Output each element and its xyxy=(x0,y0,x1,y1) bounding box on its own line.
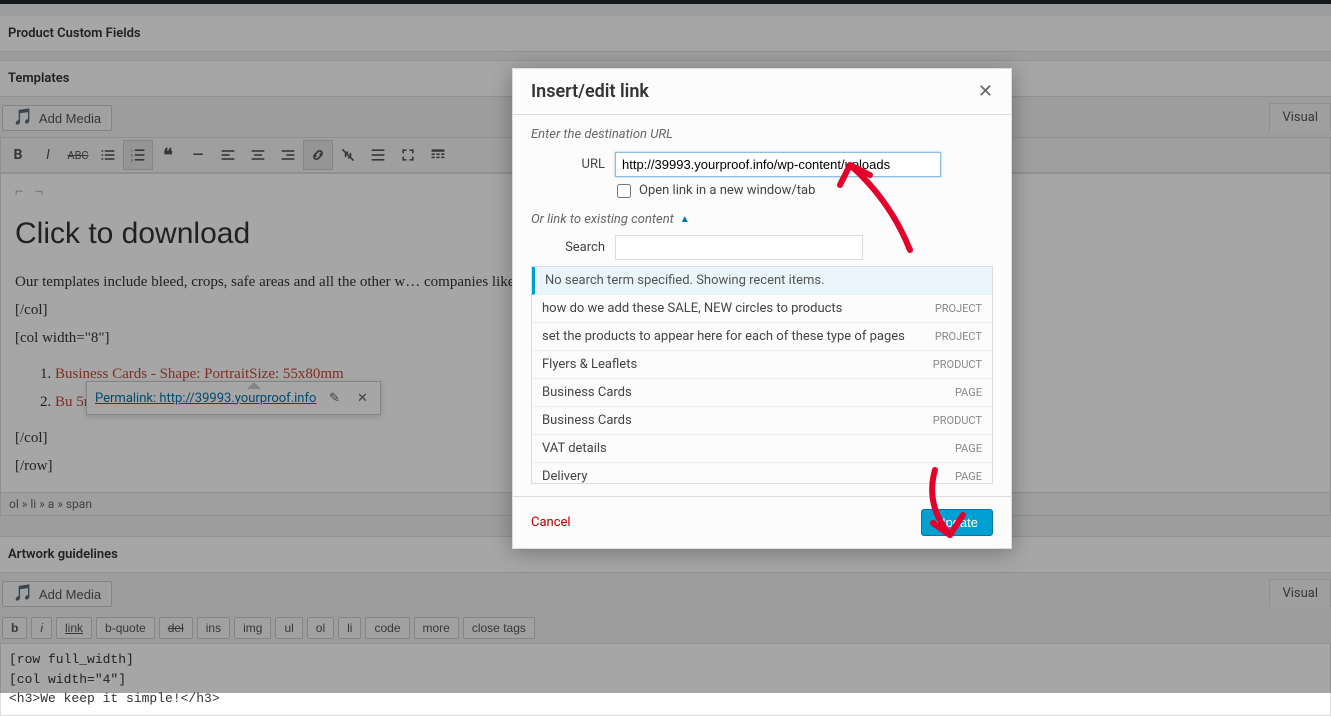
result-row[interactable]: Flyers & LeafletsPRODUCT xyxy=(532,351,992,379)
insert-link-modal: Insert/edit link ✕ Enter the destination… xyxy=(512,68,1012,549)
or-link-label: Or link to existing content xyxy=(531,212,674,227)
search-input[interactable] xyxy=(615,235,863,260)
results-info: No search term specified. Showing recent… xyxy=(532,267,992,295)
search-results: No search term specified. Showing recent… xyxy=(531,266,993,484)
collapse-icon[interactable]: ▲ xyxy=(680,214,690,225)
url-label: URL xyxy=(531,157,615,172)
result-row[interactable]: VAT detailsPAGE xyxy=(532,435,992,463)
result-row[interactable]: Business CardsPAGE xyxy=(532,379,992,407)
result-row[interactable]: how do we add these SALE, NEW circles to… xyxy=(532,295,992,323)
cancel-button[interactable]: Cancel xyxy=(531,515,571,530)
result-row[interactable]: set the products to appear here for each… xyxy=(532,323,992,351)
result-row[interactable]: Business CardsPRODUCT xyxy=(532,407,992,435)
close-icon[interactable]: ✕ xyxy=(978,81,993,102)
modal-title: Insert/edit link xyxy=(531,81,649,102)
update-button[interactable]: Update xyxy=(921,509,993,536)
new-tab-checkbox[interactable] xyxy=(617,184,631,198)
result-row[interactable]: DeliveryPAGE xyxy=(532,463,992,484)
new-tab-label: Open link in a new window/tab xyxy=(639,183,815,198)
modal-hint: Enter the destination URL xyxy=(531,127,993,142)
search-label: Search xyxy=(531,240,615,255)
url-input[interactable] xyxy=(615,152,941,177)
